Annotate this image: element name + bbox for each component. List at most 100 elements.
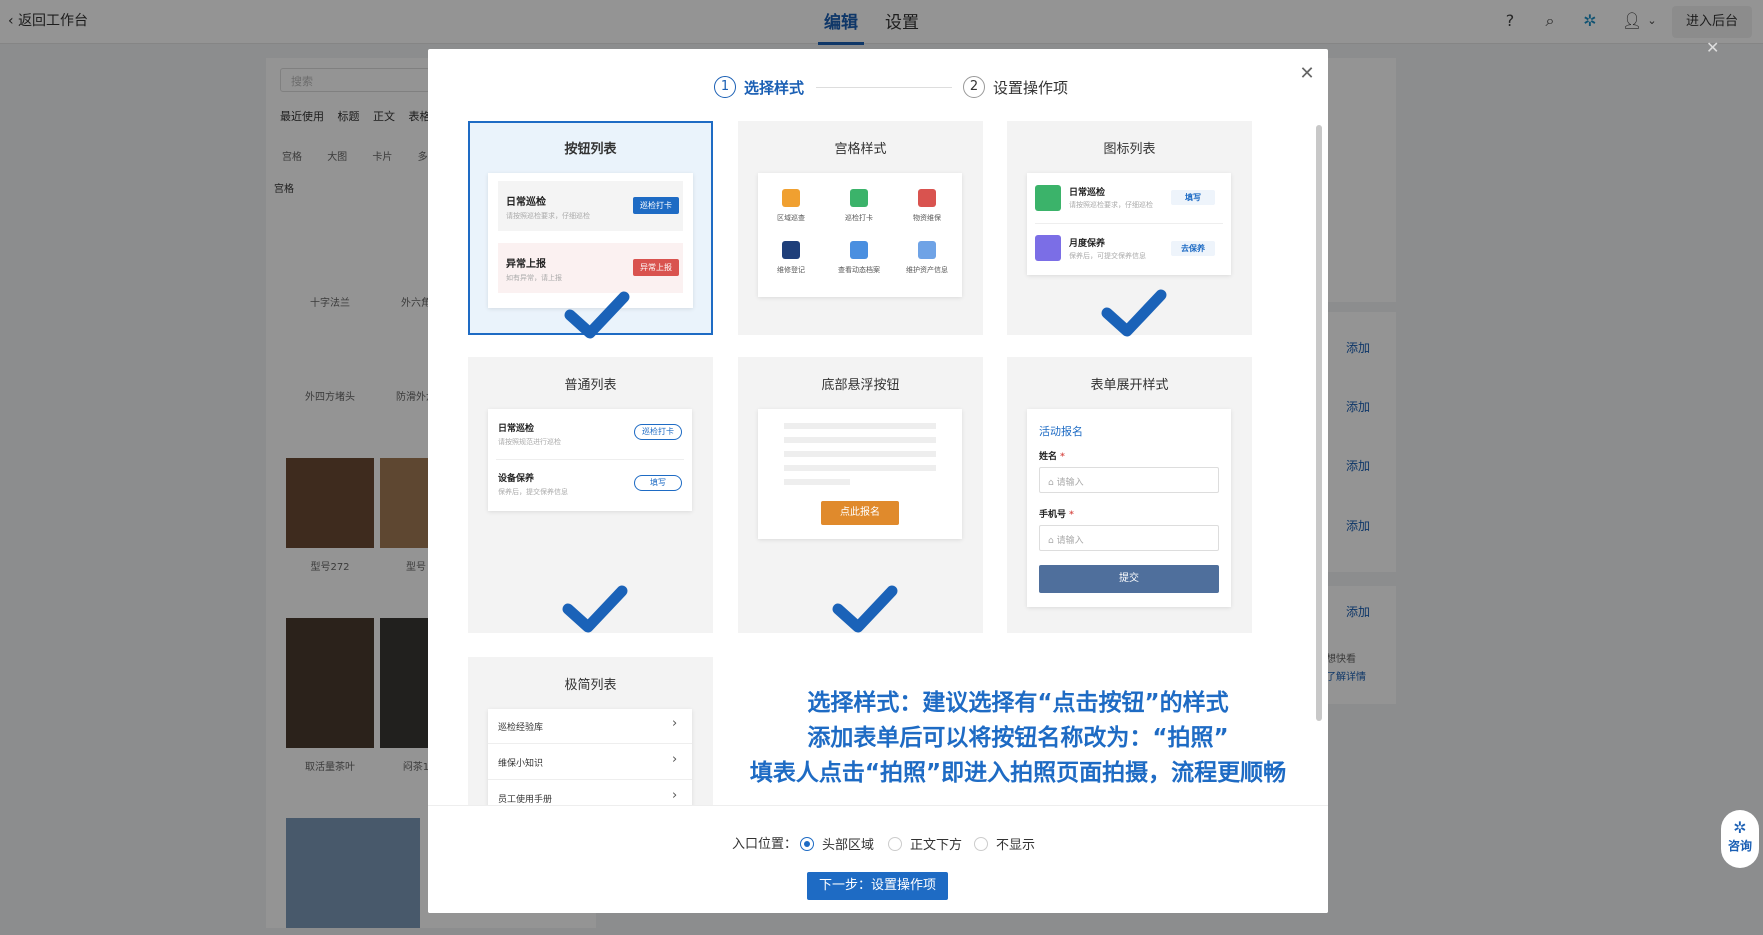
field-name: 姓名 (1039, 452, 1058, 462)
checkmark-icon (562, 585, 628, 633)
modal-footer: 入口位置： 头部区域 正文下方 不显示 下一步：设置操作项 (428, 805, 1328, 913)
preview-panel: 日常巡检 请按照规范进行巡检 巡检打卡 设备保养 保养后，提交保养信息 填写 (488, 409, 692, 511)
placeholder-line (784, 437, 936, 443)
card-title: 极简列表 (564, 678, 617, 693)
row-desc: 请按照巡检要求，仔细巡检 (506, 212, 590, 220)
entry-radio-body[interactable]: 正文下方 (888, 834, 962, 853)
required-mark: * (1060, 452, 1065, 462)
style-card-floating-button[interactable]: 底部悬浮按钮 点此报名 (738, 357, 983, 633)
step-number: 2 (963, 76, 985, 98)
step-1: 1 选择样式 (714, 76, 804, 98)
row-button: 巡检打卡 (633, 197, 679, 214)
close-icon[interactable]: ✕ (1706, 38, 1719, 57)
row-button: 去保养 (1171, 241, 1215, 256)
grid-label: 区域巡查 (777, 214, 805, 222)
preview-panel: 日常巡检 请按照巡检要求，仔细巡检 巡检打卡 异常上报 如有异常，请上报 异常上… (488, 173, 693, 308)
promo-line: 添加表单后可以将按钮名称改为：“拍照” (807, 725, 1229, 751)
step-label: 设置操作项 (993, 78, 1069, 97)
card-title: 表单展开样式 (1090, 378, 1169, 393)
divider (488, 743, 692, 744)
radio-dot (800, 836, 814, 851)
row-desc: 保养后，提交保养信息 (498, 488, 568, 496)
form-title: 活动报名 (1039, 425, 1083, 438)
location-icon (782, 189, 800, 207)
preview-panel: 点此报名 (758, 409, 962, 539)
card-title: 底部悬浮按钮 (821, 378, 900, 393)
grid-label: 维护资产信息 (906, 266, 948, 274)
consult-button[interactable]: ✲ 咨询 (1721, 810, 1759, 868)
row-button: 填写 (1171, 190, 1215, 205)
style-card-minimal-list[interactable]: 极简列表 巡检经验库 › 维保小知识 › 员工使用手册 › (468, 657, 713, 817)
style-card-form-expand[interactable]: 表单展开样式 活动报名 姓名 * ⌂ 请输入 手机号 * ⌂ 请输入 提交 (1007, 357, 1252, 633)
close-icon[interactable]: ✕ (1296, 63, 1318, 84)
step-label: 选择样式 (744, 78, 805, 97)
field-label: 手机号 * (1039, 507, 1074, 520)
radio-label: 正文下方 (910, 838, 963, 853)
preview-panel: 活动报名 姓名 * ⌂ 请输入 手机号 * ⌂ 请输入 提交 (1027, 409, 1231, 607)
next-step-button[interactable]: 下一步：设置操作项 (807, 872, 948, 900)
chevron-right-icon: › (672, 716, 678, 731)
radio-label: 不显示 (996, 838, 1036, 853)
row-desc: 请按照巡检要求，仔细巡检 (1069, 201, 1153, 209)
row-title: 日常巡检 (1069, 188, 1106, 198)
required-mark: * (1069, 510, 1074, 520)
consult-label: 咨询 (1727, 839, 1752, 853)
document-icon (918, 241, 936, 259)
card-title: 图标列表 (1103, 142, 1156, 157)
signup-button-preview: 点此报名 (821, 501, 899, 525)
list-item: 维保小知识 (498, 759, 544, 769)
row-title: 设备保养 (498, 474, 535, 484)
checkmark-icon (564, 291, 630, 339)
style-card-plain-list[interactable]: 普通列表 日常巡检 请按照规范进行巡检 巡检打卡 设备保养 保养后，提交保养信息… (468, 357, 713, 633)
preview-panel: 区域巡查 巡检打卡 物资维保 维修登记 查看动态档案 维护资产信息 (758, 173, 962, 297)
field-label: 姓名 * (1039, 449, 1065, 462)
placeholder-line (784, 479, 850, 485)
row-title: 异常上报 (506, 259, 546, 270)
preview-panel: 日常巡检 请按照巡检要求，仔细巡检 填写 月度保养 保养后，可提交保养信息 去保… (1027, 173, 1231, 275)
input-placeholder: 请输入 (1056, 478, 1084, 488)
row-button: 巡检打卡 (634, 424, 682, 440)
style-picker-modal: ✕ 1 选择样式 2 设置操作项 按钮列表 日常巡检 请按照巡检要求，仔细巡检 … (428, 49, 1328, 913)
step-number: 1 (714, 76, 736, 98)
placeholder-line (784, 423, 936, 429)
wrench-icon (1035, 235, 1061, 261)
row-button: 异常上报 (633, 259, 679, 276)
grid-label: 巡检打卡 (845, 214, 873, 222)
user-icon: ⌂ (1048, 536, 1057, 546)
wrench-icon (782, 241, 800, 259)
box-icon (918, 189, 936, 207)
row-desc: 如有异常，请上报 (506, 274, 562, 282)
style-card-grid[interactable]: 宫格样式 区域巡查 巡检打卡 物资维保 维修登记 查看动态档案 维护资产信息 (738, 121, 983, 335)
scrollbar[interactable] (1316, 125, 1322, 721)
field-name: 手机号 (1039, 510, 1067, 520)
grid-label: 维修登记 (777, 266, 805, 274)
style-card-icon-list[interactable]: 图标列表 日常巡检 请按照巡检要求，仔细巡检 填写 月度保养 保养后，可提交保养… (1007, 121, 1252, 337)
placeholder-line (784, 465, 936, 471)
phone-input: ⌂ 请输入 (1039, 525, 1219, 551)
preview-panel: 巡检经验库 › 维保小知识 › 员工使用手册 › (488, 709, 692, 817)
divider (496, 459, 684, 460)
pinwheel-icon: ✲ (1733, 818, 1747, 837)
grid-label: 查看动态档案 (838, 266, 880, 274)
promo-line: 填表人点击“拍照”即进入拍照页面拍摄，流程更顺畅 (749, 760, 1287, 786)
list-item: 员工使用手册 (498, 795, 553, 805)
divider (1035, 223, 1223, 224)
entry-position-label: 入口位置： (732, 837, 798, 852)
style-card-button-list[interactable]: 按钮列表 日常巡检 请按照巡检要求，仔细巡检 巡检打卡 异常上报 如有异常，请上… (468, 121, 713, 339)
placeholder-line (784, 451, 936, 457)
name-input: ⌂ 请输入 (1039, 467, 1219, 493)
step-divider (816, 87, 952, 88)
radio-dot (974, 836, 988, 851)
entry-radio-hidden[interactable]: 不显示 (974, 834, 1035, 853)
grid-label: 物资维保 (913, 214, 941, 222)
entry-radio-header[interactable]: 头部区域 (800, 834, 874, 853)
card-title: 宫格样式 (834, 142, 887, 157)
row-button: 填写 (634, 475, 682, 491)
step-2: 2 设置操作项 (963, 76, 1068, 98)
radio-label: 头部区域 (822, 838, 875, 853)
card-title: 普通列表 (564, 378, 617, 393)
list-item: 巡检经验库 (498, 723, 544, 733)
promo-line: 选择样式：建议选择有“点击按钮”的样式 (807, 690, 1229, 716)
checkmark-icon (1101, 289, 1167, 337)
checkmark-icon (832, 585, 898, 633)
